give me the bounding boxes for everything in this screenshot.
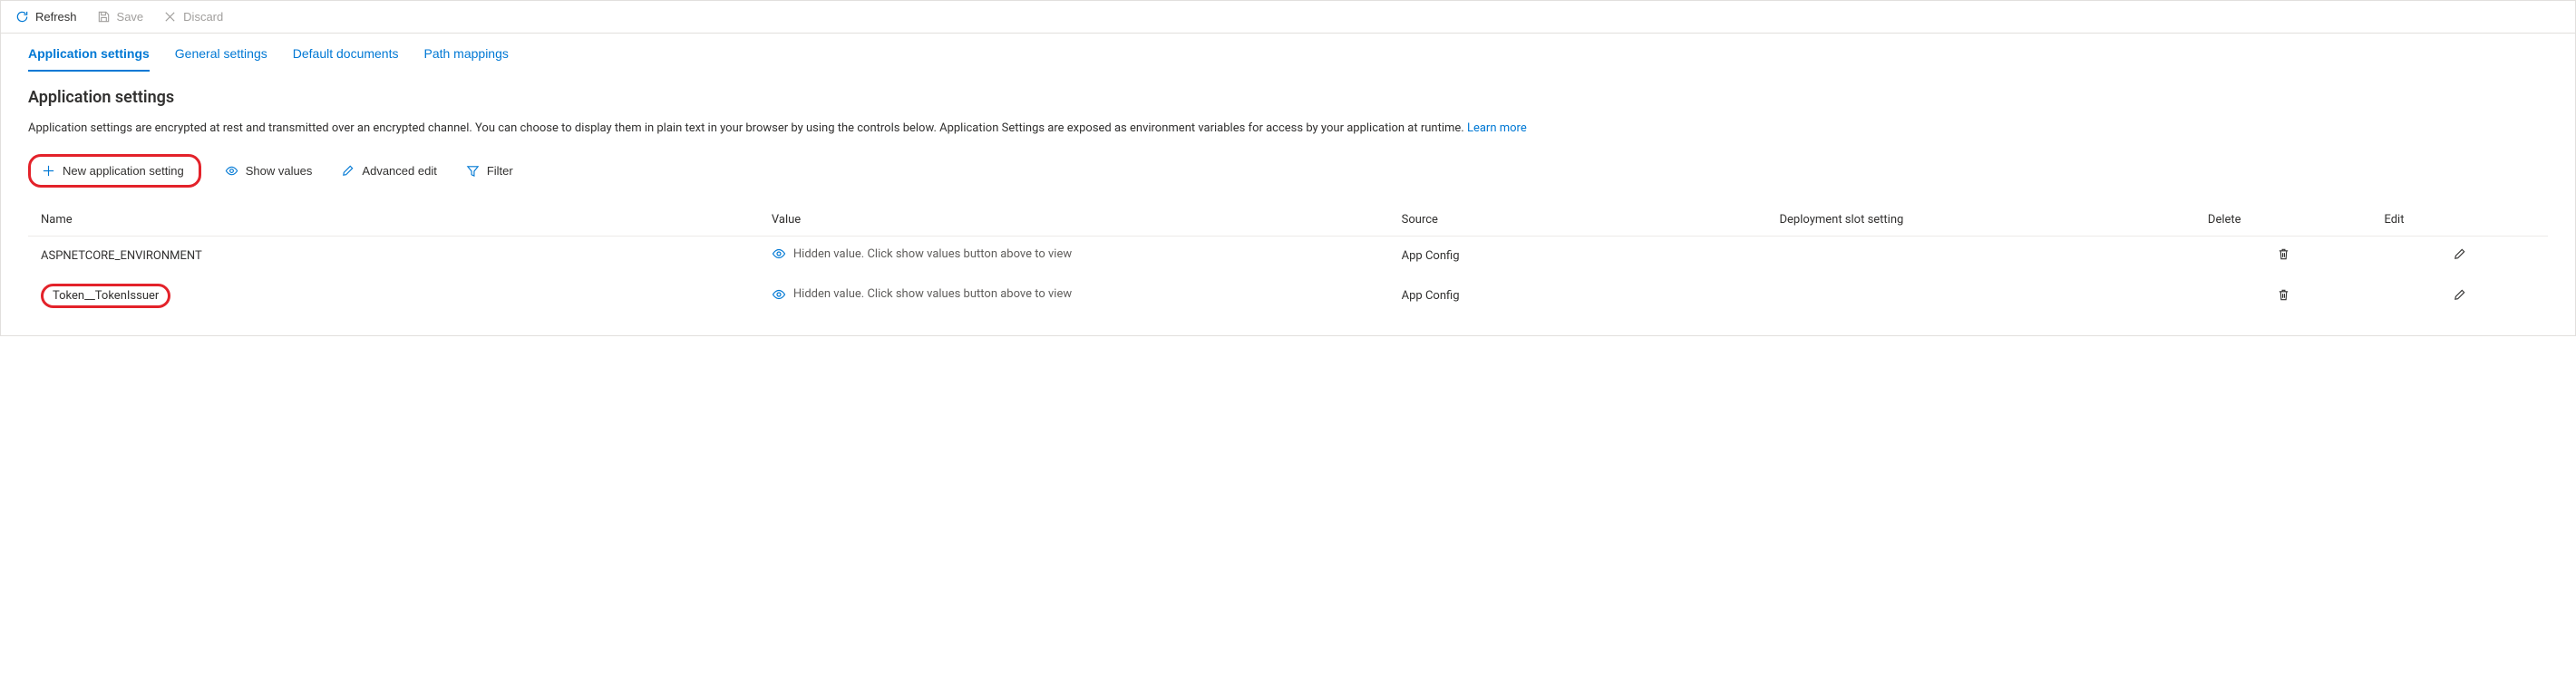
advanced-edit-button[interactable]: Advanced edit (335, 160, 442, 181)
section-description: Application settings are encrypted at re… (28, 120, 2548, 138)
discard-label: Discard (183, 10, 223, 24)
trash-icon (2277, 247, 2290, 261)
col-header-source[interactable]: Source (1389, 204, 1767, 237)
pencil-icon (341, 164, 355, 178)
highlight-token-issuer: Token__TokenIssuer (41, 284, 170, 308)
hidden-value-cell[interactable]: Hidden value. Click show values button a… (772, 287, 1072, 302)
setting-name[interactable]: ASPNETCORE_ENVIRONMENT (41, 249, 202, 263)
setting-source: App Config (1389, 237, 1767, 275)
actions-row: New application setting Show values Adva… (28, 154, 2548, 188)
eye-icon (772, 287, 786, 302)
tab-general-settings[interactable]: General settings (175, 46, 267, 72)
edit-button[interactable] (2451, 246, 2468, 266)
tab-path-mappings[interactable]: Path mappings (423, 46, 508, 72)
col-header-delete: Delete (2195, 204, 2372, 237)
refresh-button[interactable]: Refresh (14, 8, 79, 25)
refresh-label: Refresh (35, 10, 77, 24)
settings-table: Name Value Source Deployment slot settin… (28, 204, 2548, 317)
tab-application-settings[interactable]: Application settings (28, 46, 150, 72)
hidden-value-text: Hidden value. Click show values button a… (793, 247, 1072, 261)
delete-button[interactable] (2275, 286, 2292, 306)
new-application-setting-label: New application setting (63, 164, 184, 178)
col-header-edit: Edit (2371, 204, 2548, 237)
refresh-icon (15, 10, 29, 24)
edit-button[interactable] (2451, 286, 2468, 306)
save-button: Save (95, 8, 146, 25)
save-icon (97, 10, 111, 24)
new-application-setting-button[interactable]: New application setting (36, 160, 190, 181)
highlight-new-setting: New application setting (28, 154, 201, 188)
col-header-name[interactable]: Name (28, 204, 759, 237)
hidden-value-cell[interactable]: Hidden value. Click show values button a… (772, 246, 1072, 261)
col-header-slot[interactable]: Deployment slot setting (1767, 204, 2195, 237)
tab-default-documents[interactable]: Default documents (293, 46, 399, 72)
table-row: ASPNETCORE_ENVIRONMENT Hidden value. Cli… (28, 237, 2548, 275)
eye-icon (772, 246, 786, 261)
setting-name[interactable]: Token__TokenIssuer (53, 289, 159, 303)
pencil-icon (2453, 288, 2466, 302)
command-bar: Refresh Save Discard (1, 1, 2575, 34)
filter-icon (466, 164, 480, 178)
show-values-label: Show values (246, 164, 313, 178)
section-description-text: Application settings are encrypted at re… (28, 121, 1467, 135)
plus-icon (42, 164, 55, 178)
learn-more-link[interactable]: Learn more (1467, 121, 1527, 135)
setting-source: App Config (1389, 275, 1767, 317)
show-values-button[interactable]: Show values (219, 160, 318, 181)
save-label: Save (117, 10, 144, 24)
discard-button: Discard (161, 8, 225, 25)
trash-icon (2277, 288, 2290, 302)
section-title: Application settings (28, 88, 2548, 107)
filter-label: Filter (487, 164, 513, 178)
eye-icon (225, 164, 238, 178)
delete-button[interactable] (2275, 246, 2292, 266)
discard-icon (163, 10, 177, 24)
hidden-value-text: Hidden value. Click show values button a… (793, 287, 1072, 301)
filter-button[interactable]: Filter (461, 160, 519, 181)
advanced-edit-label: Advanced edit (362, 164, 436, 178)
tabs-bar: Application settings General settings De… (1, 34, 2575, 72)
setting-slot (1767, 275, 2195, 317)
pencil-icon (2453, 247, 2466, 261)
col-header-value[interactable]: Value (759, 204, 1389, 237)
table-row: Token__TokenIssuer Hidden value. Click s… (28, 275, 2548, 317)
setting-slot (1767, 237, 2195, 275)
